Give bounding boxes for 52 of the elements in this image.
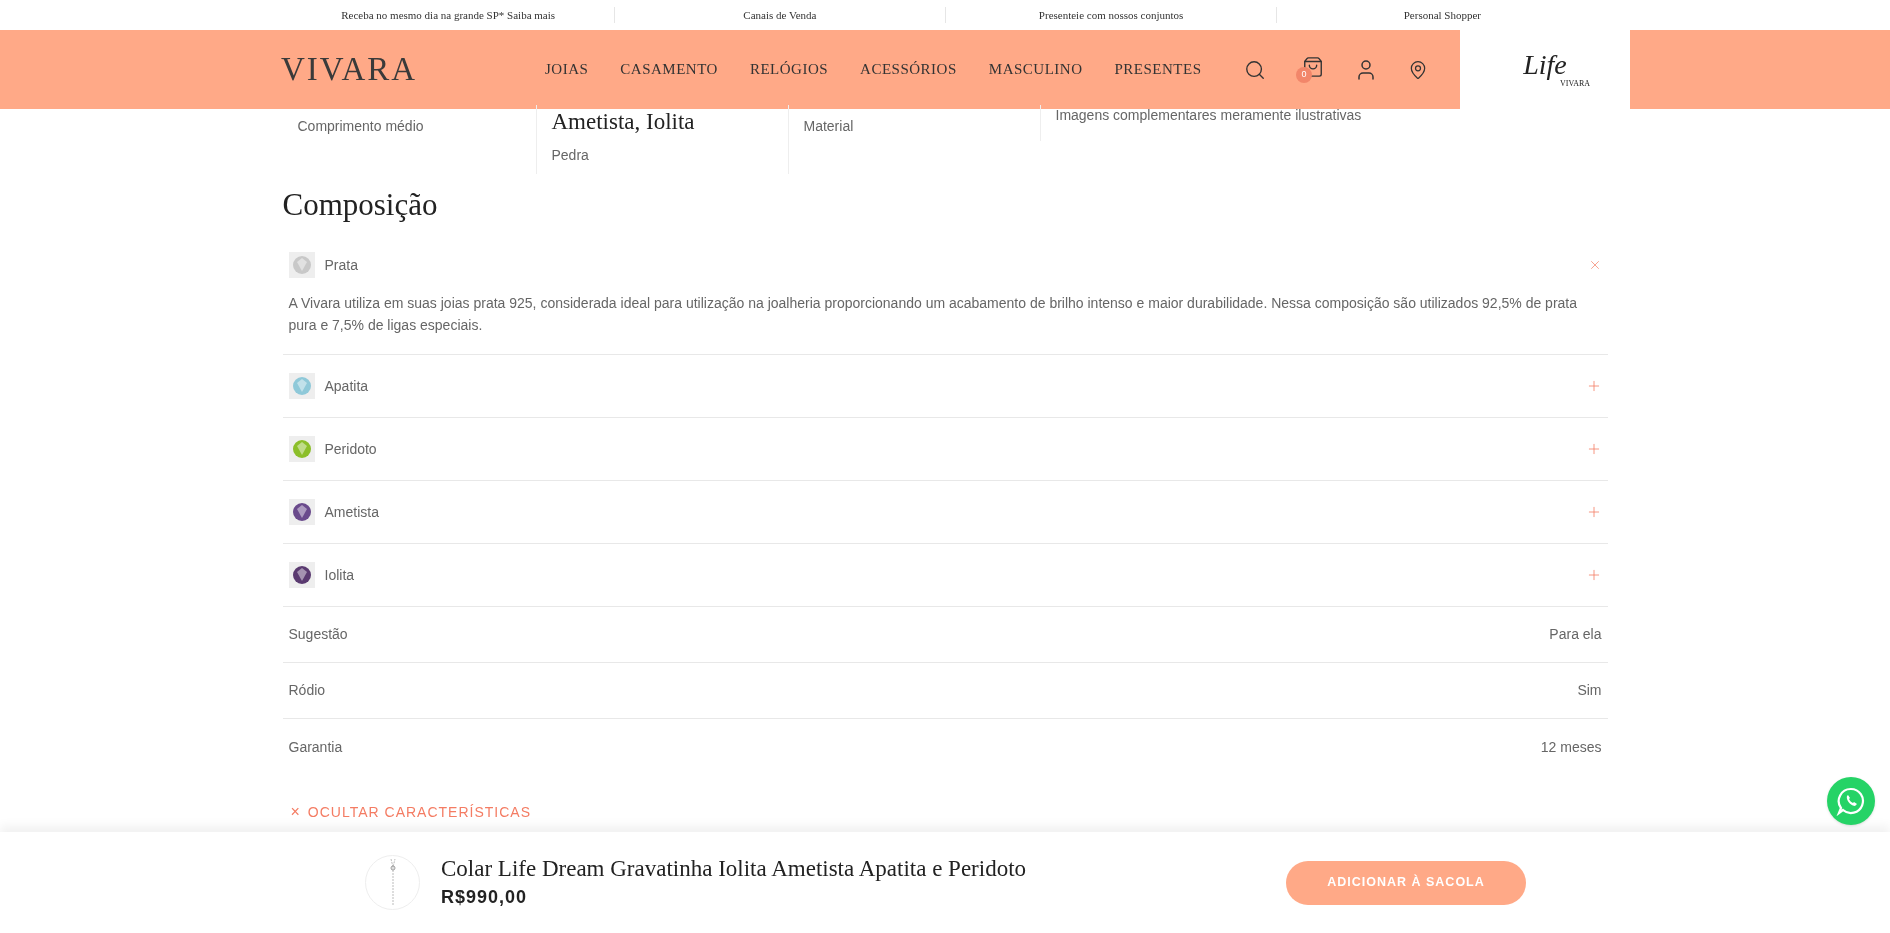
phone-bubble-icon	[1836, 786, 1866, 816]
gem-icon	[288, 562, 315, 588]
sub-brand-logo[interactable]: Life VIVARA	[1460, 30, 1630, 109]
attribute-value: Sim	[1577, 681, 1602, 700]
necklace-icon	[387, 858, 398, 907]
sub-brand-script: Life	[1523, 51, 1567, 79]
gem-icon	[288, 252, 315, 278]
spec-label: Comprimento médio	[297, 117, 425, 136]
close-icon: ×	[290, 804, 301, 820]
logo[interactable]: VIVARA	[281, 44, 545, 95]
accordion-title: Iolita	[324, 565, 355, 585]
attribute-label: Garantia	[288, 737, 343, 757]
search-icon[interactable]	[1244, 58, 1266, 81]
top-bar-link[interactable]: Canais de Venda	[743, 6, 817, 24]
nav-link[interactable]: MASCULINO	[988, 58, 1083, 81]
top-bar-link[interactable]: Presenteie com nossos conjuntos	[1038, 6, 1184, 24]
location-pin-icon[interactable]	[1408, 59, 1428, 80]
top-bar-link[interactable]: Personal Shopper	[1403, 6, 1481, 24]
attribute-value: Para ela	[1549, 625, 1602, 644]
spec-label: Material	[803, 117, 855, 136]
nav-link[interactable]: PRESENTES	[1114, 58, 1202, 81]
product-price: R$990,00	[441, 886, 529, 909]
accordion-header[interactable]: Prata	[288, 234, 1602, 296]
cart-count: 0	[1296, 66, 1312, 83]
spec-label: Imagens complementares meramente ilustrativas	[1055, 106, 1363, 125]
nav-link[interactable]: CASAMENTO	[620, 58, 718, 81]
accordion-title: Apatita	[324, 376, 369, 396]
top-bar-link[interactable]: Receba no mesmo dia na grande SP* Saiba mais	[341, 6, 556, 24]
accordion-text: A Vivara utiliza em suas joias prata 925, considerada ideal para utilização na joalheria proporcionando um acabamento de brilho intenso e maior durabilidade. Nessa composição são utilizados 92,5% de prata pura e 7,5% de ligas especiais.	[288, 294, 1579, 335]
nav-link[interactable]: ACESSÓRIOS	[860, 58, 957, 81]
accordion-header[interactable]: Apatita	[288, 355, 1602, 417]
accordion-title: Peridoto	[324, 439, 377, 459]
attribute-label: Sugestão	[288, 625, 348, 644]
accordion-title: Prata	[324, 255, 358, 275]
gem-icon	[288, 436, 315, 462]
accordion-title: Ametista	[324, 502, 379, 522]
accordion-header[interactable]: Iolita	[288, 544, 1602, 606]
accordion-header[interactable]: Peridoto	[288, 418, 1602, 480]
sub-brand-name: VIVARA	[1559, 80, 1591, 88]
spec-value: Ametista, Iolita	[551, 108, 696, 136]
gem-icon	[288, 373, 315, 399]
chat-button[interactable]	[1827, 777, 1875, 825]
section-title: Composição	[282, 186, 439, 224]
gem-icon	[288, 499, 315, 525]
spec-label: Pedra	[551, 146, 590, 165]
product-title: Colar Life Dream Gravatinha Iolita Ametista Apatita e Peridoto	[441, 855, 1027, 883]
accordion-header[interactable]: Ametista	[288, 481, 1602, 543]
attribute-label: Ródio	[288, 681, 326, 700]
nav-link[interactable]: JOIAS	[545, 58, 589, 81]
attribute-value: 12 meses	[1540, 737, 1602, 757]
link-label: OCULTAR CARACTERÍSTICAS	[307, 803, 531, 821]
nav-link[interactable]: RELÓGIOS	[749, 58, 829, 81]
